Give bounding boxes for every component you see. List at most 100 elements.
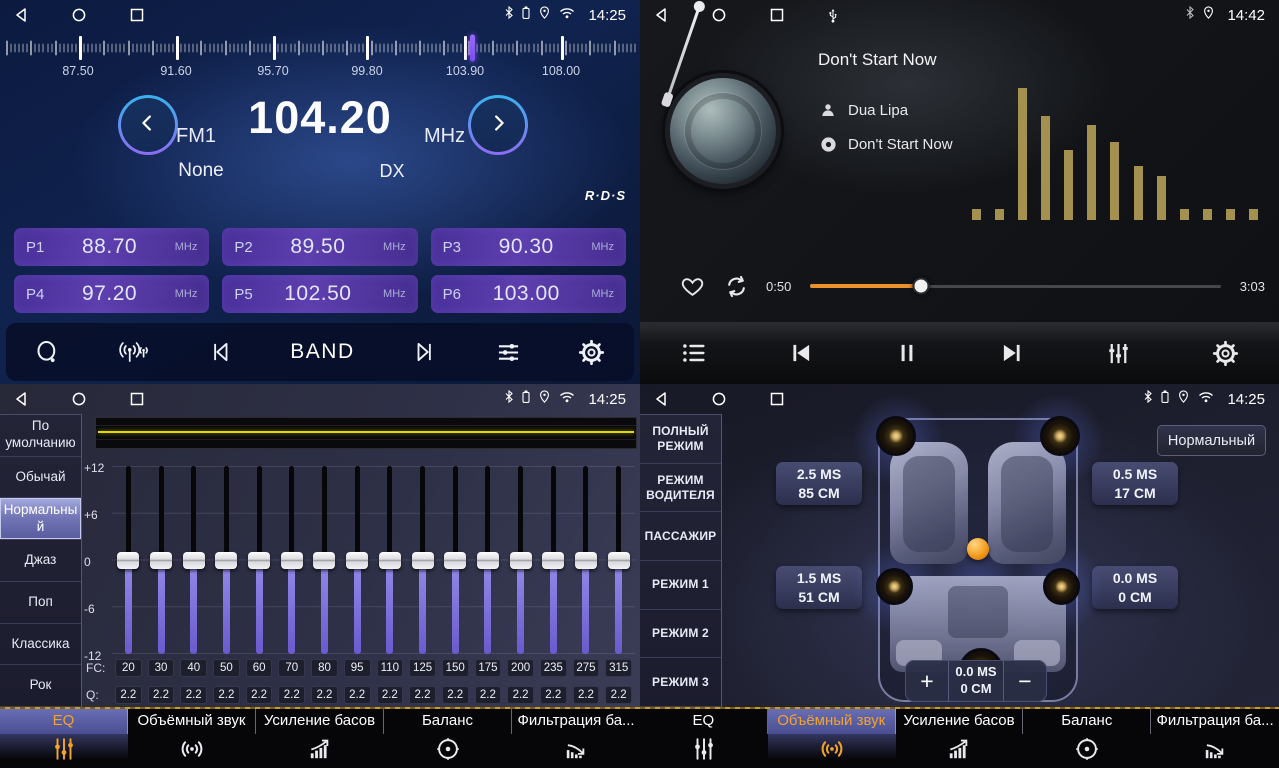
eq-preset-item[interactable]: Рок (0, 665, 81, 707)
fc-value-cell[interactable]: 150 (442, 659, 469, 677)
gear-icon[interactable] (578, 339, 605, 366)
slider-knob[interactable] (608, 552, 630, 569)
tab-balance[interactable]: Баланс (1023, 707, 1151, 768)
q-value-cell[interactable]: 2.2 (180, 686, 207, 704)
tuner-scale[interactable] (0, 33, 640, 63)
eq-band-slider[interactable] (439, 466, 472, 654)
listening-mode-item[interactable]: ПАССАЖИР (640, 512, 721, 561)
band-button[interactable]: BAND (290, 340, 354, 364)
eq-band-slider[interactable] (570, 466, 603, 654)
delay-front-left-button[interactable]: 2.5 MS 85 CM (776, 462, 862, 505)
listening-mode-item[interactable]: ПОЛНЫЙ РЕЖИМ (640, 415, 721, 464)
slider-knob[interactable] (477, 552, 499, 569)
tab-bass-boost[interactable]: Усиление басов (256, 707, 384, 768)
fc-value-cell[interactable]: 80 (311, 659, 338, 677)
listening-mode-item[interactable]: РЕЖИМ 1 (640, 561, 721, 610)
fc-value-cell[interactable]: 315 (605, 659, 632, 677)
q-value-cell[interactable]: 2.2 (115, 686, 142, 704)
slider-knob[interactable] (183, 552, 205, 569)
q-value-cell[interactable]: 2.2 (311, 686, 338, 704)
preset-p4-button[interactable]: P497.20MHz (14, 275, 209, 313)
favorite-icon[interactable] (680, 274, 705, 299)
tab-surround-sound[interactable]: Объёмный звук (128, 707, 256, 768)
eq-band-slider[interactable] (602, 466, 635, 654)
slider-knob[interactable] (313, 552, 335, 569)
increase-button[interactable]: + (906, 661, 948, 701)
q-value-cell[interactable]: 2.2 (540, 686, 567, 704)
fc-value-cell[interactable]: 125 (409, 659, 436, 677)
seek-bar[interactable] (810, 285, 1221, 288)
q-value-cell[interactable]: 2.2 (573, 686, 600, 704)
delay-front-right-button[interactable]: 0.5 MS 17 CM (1092, 462, 1178, 505)
tune-down-button[interactable] (118, 95, 178, 155)
tab-filter[interactable]: Фильтрация ба... (1151, 707, 1279, 768)
next-track-icon[interactable] (412, 339, 438, 365)
album-art[interactable] (665, 73, 781, 189)
eq-band-slider[interactable] (145, 466, 178, 654)
home-icon[interactable] (72, 392, 86, 406)
slider-knob[interactable] (575, 552, 597, 569)
eq-band-slider[interactable] (374, 466, 407, 654)
home-icon[interactable] (712, 8, 726, 22)
repeat-icon[interactable] (723, 273, 750, 300)
recents-icon[interactable] (130, 392, 144, 406)
fc-value-cell[interactable]: 235 (540, 659, 567, 677)
home-icon[interactable] (712, 392, 726, 406)
slider-knob[interactable] (150, 552, 172, 569)
q-value-cell[interactable]: 2.2 (246, 686, 273, 704)
fc-value-cell[interactable]: 60 (246, 659, 273, 677)
tab-bass-boost[interactable]: Усиление басов (896, 707, 1024, 768)
recents-icon[interactable] (770, 8, 784, 22)
eq-preset-item[interactable]: Поп (0, 582, 81, 624)
fc-value-cell[interactable]: 95 (344, 659, 371, 677)
decrease-button[interactable]: − (1004, 661, 1046, 701)
preset-p6-button[interactable]: P6103.00MHz (431, 275, 626, 313)
eq-band-slider[interactable] (210, 466, 243, 654)
tab-eq-sliders[interactable]: EQ (0, 707, 128, 768)
listening-position-marker[interactable] (967, 538, 989, 560)
q-value-cell[interactable]: 2.2 (409, 686, 436, 704)
speaker-rear-right[interactable] (1043, 568, 1080, 605)
eq-settings-icon[interactable] (495, 339, 522, 366)
eq-band-slider[interactable] (177, 466, 210, 654)
slider-knob[interactable] (346, 552, 368, 569)
q-value-cell[interactable]: 2.2 (475, 686, 502, 704)
eq-preset-item[interactable]: По умолчанию (0, 415, 81, 457)
listening-mode-item[interactable]: РЕЖИМ 3 (640, 658, 721, 707)
slider-knob[interactable] (444, 552, 466, 569)
fc-value-cell[interactable]: 70 (278, 659, 305, 677)
listening-mode-item[interactable]: РЕЖИМ 2 (640, 610, 721, 659)
fc-value-cell[interactable]: 275 (573, 659, 600, 677)
slider-knob[interactable] (412, 552, 434, 569)
eq-band-slider[interactable] (112, 466, 145, 654)
slider-knob[interactable] (542, 552, 564, 569)
playlist-icon[interactable] (680, 339, 708, 367)
home-icon[interactable] (72, 8, 86, 22)
q-value-cell[interactable]: 2.2 (377, 686, 404, 704)
speaker-rear-left[interactable] (876, 568, 913, 605)
preset-p1-button[interactable]: P188.70MHz (14, 228, 209, 266)
tab-filter[interactable]: Фильтрация ба... (512, 707, 640, 768)
eq-band-slider[interactable] (308, 466, 341, 654)
eq-preset-item[interactable]: Джаз (0, 540, 81, 582)
previous-track-icon[interactable] (788, 340, 814, 366)
q-value-cell[interactable]: 2.2 (442, 686, 469, 704)
eq-band-slider[interactable] (472, 466, 505, 654)
slider-knob[interactable] (379, 552, 401, 569)
back-icon[interactable] (654, 392, 668, 406)
q-value-cell[interactable]: 2.2 (344, 686, 371, 704)
tab-eq-sliders[interactable]: EQ (640, 707, 768, 768)
profile-button[interactable]: Нормальный (1157, 425, 1266, 456)
previous-track-icon[interactable] (207, 339, 233, 365)
q-value-cell[interactable]: 2.2 (148, 686, 175, 704)
eq-band-slider[interactable] (504, 466, 537, 654)
fc-value-cell[interactable]: 110 (377, 659, 404, 677)
listening-mode-item[interactable]: РЕЖИМ ВОДИТЕЛЯ (640, 464, 721, 513)
slider-knob[interactable] (248, 552, 270, 569)
preset-p5-button[interactable]: P5102.50MHz (222, 275, 417, 313)
tab-balance[interactable]: Баланс (384, 707, 512, 768)
slider-knob[interactable] (117, 552, 139, 569)
eq-band-slider[interactable] (537, 466, 570, 654)
seek-knob[interactable] (912, 278, 929, 295)
fc-value-cell[interactable]: 20 (115, 659, 142, 677)
